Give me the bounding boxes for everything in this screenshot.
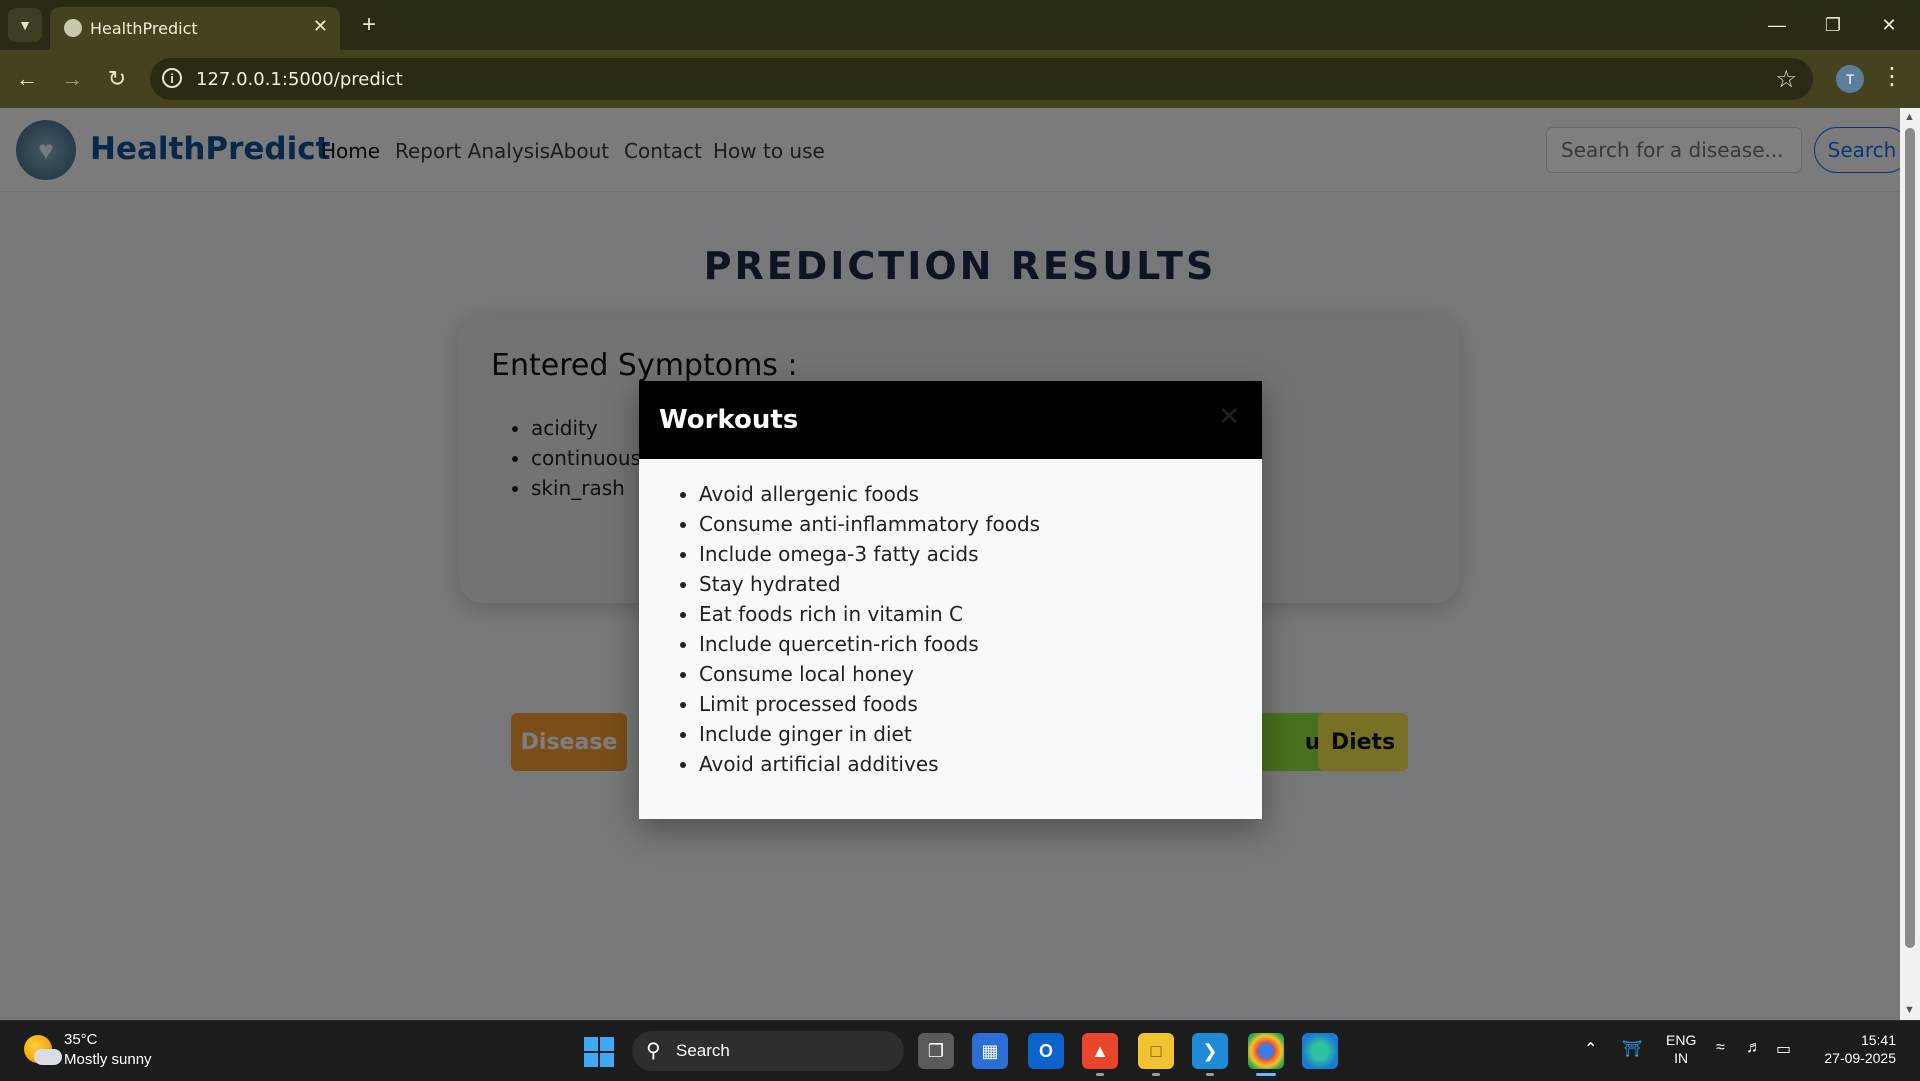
edge-icon[interactable] [1302, 1033, 1338, 1069]
cloud-icon [34, 1049, 62, 1065]
browser-tab[interactable]: HealthPredict ✕ [50, 7, 340, 50]
modal-title: Workouts [659, 405, 799, 435]
list-item: Include ginger in diet [699, 719, 1040, 749]
running-indicator [1206, 1073, 1214, 1076]
page-scrollbar[interactable]: ▲ ▼ [1900, 108, 1920, 1020]
taskbar-search[interactable]: ⚲ Search [632, 1031, 904, 1071]
workout-list: Avoid allergenic foods Consume anti-infl… [679, 479, 1040, 779]
running-indicator [1152, 1073, 1160, 1076]
brave-icon[interactable]: ▲ [1082, 1033, 1118, 1069]
bookmark-star-icon[interactable]: ☆ [1775, 65, 1797, 94]
browser-menu-icon[interactable]: ⋮ [1880, 62, 1904, 91]
taskbar-search-label: Search [676, 1041, 730, 1060]
tab-search-dropdown-icon[interactable]: ▼ [8, 8, 42, 42]
list-item: Avoid artificial additives [699, 749, 1040, 779]
scroll-down-icon[interactable]: ▼ [1904, 1004, 1915, 1016]
address-url[interactable]: 127.0.0.1:5000/predict [196, 69, 403, 90]
windows-start-icon[interactable] [584, 1037, 614, 1067]
page-viewport: ♥ HealthPredict Home Report Analysis Abo… [0, 108, 1920, 1020]
volume-icon[interactable]: ♬ [1746, 1039, 1762, 1057]
minimize-icon[interactable]: — [1754, 8, 1800, 42]
list-item: Consume local honey [699, 659, 1040, 689]
shield-icon[interactable]: ⛩ [1622, 1039, 1642, 1059]
site-info-icon[interactable]: i [162, 68, 182, 88]
chevron-up-icon[interactable]: ⌃ [1584, 1039, 1597, 1059]
search-icon: ⚲ [646, 1040, 661, 1062]
outlook-icon[interactable]: O [1028, 1033, 1064, 1069]
task-view-icon[interactable]: ❐ [918, 1033, 954, 1069]
list-item: Include quercetin-rich foods [699, 629, 1040, 659]
address-bar[interactable]: i 127.0.0.1:5000/predict ☆ [150, 58, 1813, 100]
list-item: Consume anti-inflammatory foods [699, 509, 1040, 539]
chrome-icon[interactable] [1248, 1033, 1284, 1069]
reload-icon[interactable]: ↻ [102, 64, 132, 94]
os-taskbar: 35°C Mostly sunny ⚲ Search ❐ ▦ O ▲ □ ❯ ⌃… [0, 1020, 1920, 1081]
list-item: Avoid allergenic foods [699, 479, 1040, 509]
tab-close-icon[interactable]: ✕ [313, 16, 328, 37]
active-indicator [1256, 1073, 1276, 1076]
list-item: Eat foods rich in vitamin C [699, 599, 1040, 629]
browser-toolbar: ← → ↻ i 127.0.0.1:5000/predict ☆ T ⋮ [0, 50, 1920, 108]
tab-favicon-icon [64, 19, 82, 37]
clock-date: 27-09-2025 [1824, 1050, 1896, 1066]
scroll-up-icon[interactable]: ▲ [1904, 111, 1915, 123]
running-indicator [1096, 1073, 1104, 1076]
list-item: Include omega-3 fatty acids [699, 539, 1040, 569]
clock[interactable]: 15:41 27-09-2025 [1816, 1031, 1896, 1067]
lang-region: IN [1674, 1050, 1689, 1066]
store-icon[interactable]: ▦ [972, 1033, 1008, 1069]
file-explorer-icon[interactable]: □ [1138, 1033, 1174, 1069]
clock-time: 15:41 [1860, 1032, 1896, 1048]
wifi-icon[interactable]: ≈ [1716, 1039, 1725, 1057]
forward-icon[interactable]: → [57, 64, 87, 94]
profile-avatar[interactable]: T [1836, 65, 1864, 93]
window-close-icon[interactable]: ✕ [1866, 8, 1912, 42]
weather-temp: 35°C [64, 1031, 98, 1048]
browser-tabstrip: ▼ HealthPredict ✕ + — ❐ ✕ [0, 0, 1920, 50]
back-icon[interactable]: ← [12, 64, 42, 94]
scroll-thumb[interactable] [1905, 128, 1915, 948]
language-indicator[interactable]: ENG IN [1666, 1031, 1696, 1067]
list-item: Stay hydrated [699, 569, 1040, 599]
tab-title: HealthPredict [90, 19, 198, 38]
lang-code: ENG [1666, 1032, 1697, 1048]
workouts-modal: Workouts ✕ Avoid allergenic foods Consum… [639, 381, 1262, 819]
weather-desc: Mostly sunny [64, 1051, 152, 1068]
restore-icon[interactable]: ❐ [1810, 8, 1856, 42]
close-icon[interactable]: ✕ [1218, 401, 1240, 432]
list-item: Limit processed foods [699, 689, 1040, 719]
new-tab-icon[interactable]: + [352, 8, 386, 42]
battery-icon[interactable]: ▭ [1776, 1039, 1791, 1059]
vscode-icon[interactable]: ❯ [1192, 1033, 1228, 1069]
modal-header: Workouts ✕ [639, 381, 1262, 459]
